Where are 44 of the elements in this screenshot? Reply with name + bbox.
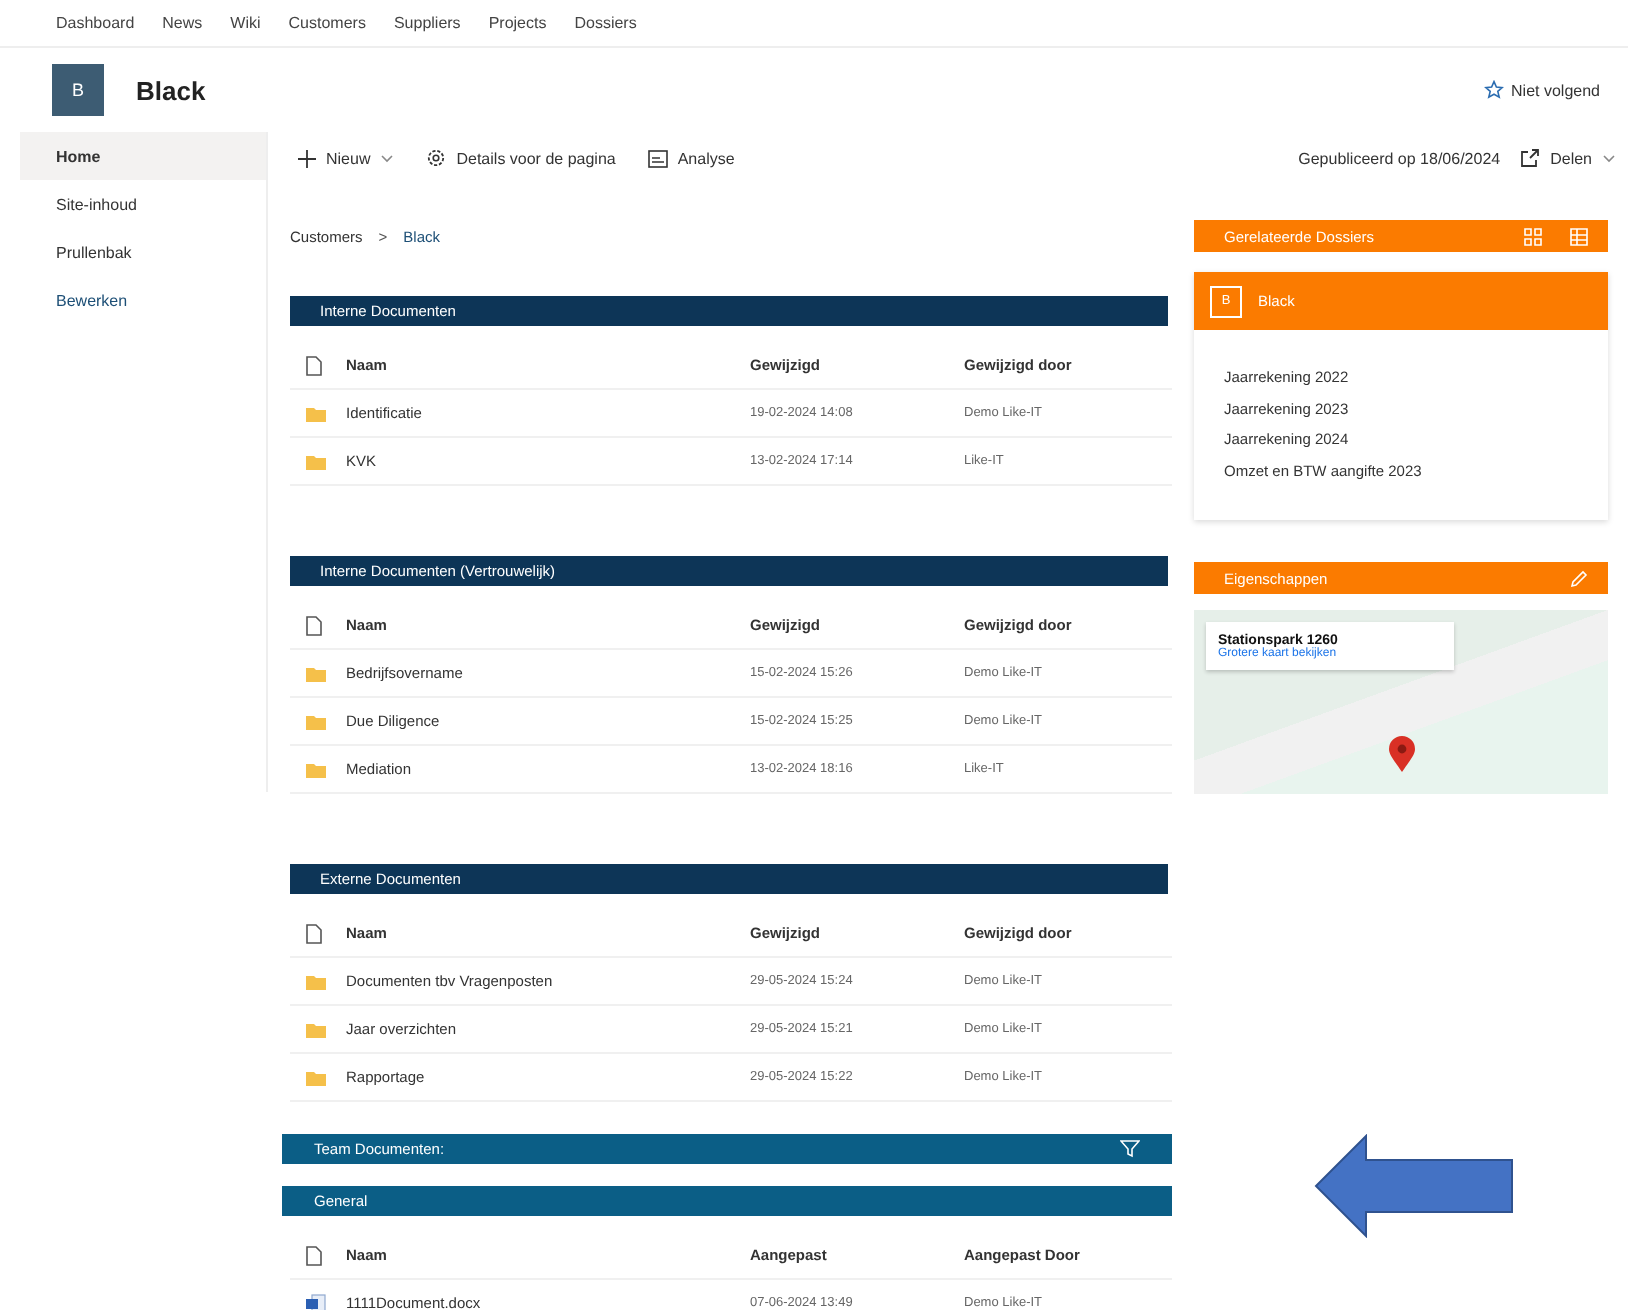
chevron-down-icon [380, 153, 395, 163]
top-nav-link[interactable]: Dossiers [574, 14, 637, 32]
chevron-down-icon [1602, 153, 1616, 163]
filter-icon[interactable] [1120, 1140, 1140, 1158]
plus-icon [298, 149, 316, 167]
page-details-button[interactable]: Details voor de pagina [426, 148, 616, 168]
table-icon[interactable] [1570, 227, 1588, 245]
sidebar-item[interactable]: Home [20, 132, 266, 180]
share-icon [1520, 148, 1541, 168]
top-nav-link[interactable]: Projects [488, 14, 547, 32]
file-icon [306, 355, 322, 375]
site-title: Black [136, 75, 208, 105]
folder-icon [306, 1069, 326, 1085]
top-nav-link[interactable]: News [162, 14, 203, 32]
new-button[interactable]: Nieuw [298, 149, 395, 167]
file-icon [306, 1245, 322, 1265]
folder-icon [306, 761, 326, 777]
share-button[interactable]: Delen [1520, 148, 1616, 168]
settings-icon [426, 148, 447, 168]
star-icon [1483, 80, 1504, 100]
edit-icon[interactable] [1570, 569, 1588, 587]
analytics-button[interactable]: Analyse [647, 149, 735, 167]
follow-button[interactable]: Niet volgend [1483, 80, 1600, 100]
folder-icon [306, 713, 326, 729]
top-nav-link[interactable]: Customers [288, 14, 366, 32]
tiles-icon[interactable] [1524, 227, 1542, 245]
folder-icon [306, 405, 326, 421]
folder-icon [306, 1021, 326, 1037]
sidebar-item[interactable]: Prullenbak [20, 228, 266, 276]
folder-icon [306, 665, 326, 681]
top-nav-link[interactable]: Dashboard [56, 14, 135, 32]
top-nav-link[interactable]: Suppliers [393, 14, 461, 32]
file-icon [306, 923, 322, 943]
top-nav-link[interactable]: Wiki [230, 14, 261, 32]
map-pin-icon [1388, 736, 1416, 774]
published-date: Gepubliceerd op 18/06/2024 [1298, 149, 1501, 167]
file-icon [306, 615, 322, 635]
word-document-icon [306, 1293, 326, 1310]
chart-window-icon [647, 149, 668, 167]
edit-link[interactable]: Bewerken [20, 276, 266, 324]
site-logo: B [52, 64, 104, 116]
sidebar-item[interactable]: Site-inhoud [20, 180, 266, 228]
folder-icon [306, 453, 326, 469]
folder-icon [306, 973, 326, 989]
